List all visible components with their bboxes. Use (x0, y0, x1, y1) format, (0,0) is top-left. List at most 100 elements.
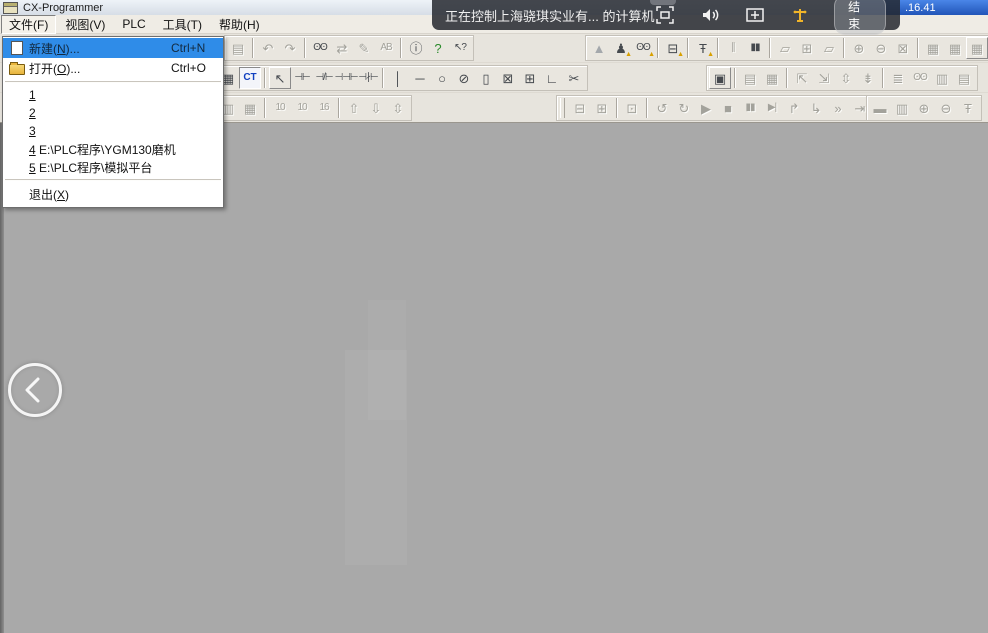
menu-item-new[interactable]: 新建(N)... Ctrl+N (3, 38, 223, 58)
step-over-icon[interactable]: ↳ (805, 97, 827, 119)
monitor-signed-icon[interactable]: 10 (291, 97, 313, 119)
work-online-simulator-icon[interactable]: ♟▲ (610, 37, 632, 59)
find-address-icon[interactable]: AB (375, 37, 397, 59)
remote-status-text: 正在控制上海骁琪实业有... 的计算机 (432, 6, 654, 25)
ladder-view-icon[interactable]: CT (239, 67, 261, 89)
menu-item-recent-5[interactable]: 5 E:\PLC程序\模拟平台 (3, 158, 223, 176)
menu-help[interactable]: 帮助(H) (211, 15, 268, 34)
online-edit-icon[interactable]: ⊟▲ (662, 37, 684, 59)
force-cancel-icon[interactable]: ⇳ (387, 97, 409, 119)
plc-memory-icon[interactable]: ▬ (869, 97, 891, 119)
delete-line-icon[interactable]: ✂ (563, 67, 585, 89)
banner-collapse-handle[interactable] (650, 0, 676, 5)
menu-item-open[interactable]: 打开(O)... Ctrl+O (3, 58, 223, 78)
find-icon[interactable]: ʘʘ (309, 37, 331, 59)
instruction-diff-icon[interactable]: ⊞ (519, 67, 541, 89)
instruction-icon[interactable]: ▯ (475, 67, 497, 89)
menu-item-recent-3[interactable]: 3 (3, 122, 223, 140)
control-permission-icon[interactable] (789, 4, 811, 26)
force-on-icon[interactable]: ⇧ (343, 97, 365, 119)
select-tool-icon[interactable]: ↖ (269, 67, 291, 89)
symbol-list-icon[interactable]: ≣ (887, 67, 909, 89)
menu-file[interactable]: 文件(F) (1, 15, 56, 34)
contact-no-icon[interactable]: ⊣⊢ (291, 67, 313, 89)
undo-icon[interactable]: ↶ (257, 37, 279, 59)
run-icon[interactable]: ▶ (695, 97, 717, 119)
monitor-hex-icon[interactable]: 16 (313, 97, 335, 119)
about-icon[interactable]: ⓘ (405, 37, 427, 59)
transfer-program-icon[interactable]: ▣ (709, 67, 731, 89)
compile-program-icon[interactable]: ▱ (774, 37, 796, 59)
redo-icon[interactable]: ↷ (279, 37, 301, 59)
mode-monitor-icon[interactable]: ↻ (673, 97, 695, 119)
pause-debug-icon[interactable]: ▮▮ (739, 97, 761, 119)
find-replace-icon[interactable]: ⇄ (331, 37, 353, 59)
step-run-icon[interactable]: ▶| (761, 97, 783, 119)
section-move-icon[interactable]: ⇟ (857, 67, 879, 89)
horizontal-line-icon[interactable]: ─ (409, 67, 431, 89)
stop-icon[interactable]: ■ (717, 97, 739, 119)
instruction-nc-icon[interactable]: ⊠ (497, 67, 519, 89)
program-check-icon[interactable]: ⊞ (796, 37, 818, 59)
monitor-data-icon[interactable]: ⊕ (848, 37, 870, 59)
contact-or-no-icon[interactable]: ⊣⊣⊢ (335, 67, 357, 89)
menu-plc[interactable]: PLC (114, 16, 153, 32)
menu-tools[interactable]: 工具(T) (155, 15, 210, 34)
section-check-icon[interactable]: ⇳ (835, 67, 857, 89)
help-icon[interactable]: ? (427, 37, 449, 59)
toolbar-separator (264, 68, 266, 88)
monitor-cursor-icon[interactable]: ⊠ (892, 37, 914, 59)
monitor-decimal-icon[interactable]: 10 (269, 97, 291, 119)
step-in-icon[interactable]: ↱ (783, 97, 805, 119)
plc-network-icon[interactable]: Ŧ (957, 97, 979, 119)
grid-view-icon[interactable]: ▦ (239, 97, 261, 119)
vertical-line-icon[interactable]: │ (387, 67, 409, 89)
section-delete-icon[interactable]: ⇲ (813, 67, 835, 89)
cross-reference-icon[interactable]: ▤ (953, 67, 975, 89)
monitor-time-icon[interactable]: ⊖ (870, 37, 892, 59)
transfer-to-plc-icon[interactable]: ⊟ (569, 97, 591, 119)
transfer-from-plc-icon[interactable]: ⊞ (591, 97, 613, 119)
address-book-icon[interactable]: ▥ (931, 67, 953, 89)
force-off-icon[interactable]: ⇩ (365, 97, 387, 119)
simulator-run-icon[interactable]: Ŧ▲ (692, 37, 714, 59)
io-table-icon[interactable]: ▦ (922, 37, 944, 59)
app-icon (3, 2, 18, 14)
menu-item-recent-1[interactable]: 1 (3, 86, 223, 104)
section-calendar-icon[interactable]: ▦ (761, 67, 783, 89)
change-address-icon[interactable]: ✎ (353, 37, 375, 59)
contact-nc-icon[interactable]: ⊣/⊢ (313, 67, 335, 89)
print-icon[interactable]: ▤ (227, 37, 249, 59)
menu-view[interactable]: 视图(V) (57, 15, 113, 34)
mode-program-icon[interactable]: ↺ (651, 97, 673, 119)
back-button[interactable] (8, 363, 62, 417)
menu-item-exit[interactable]: 退出(X) (3, 184, 223, 204)
line-angle-icon[interactable]: ∟ (541, 67, 563, 89)
coil-nc-icon[interactable]: ⊘ (453, 67, 475, 89)
compare-with-plc-icon[interactable]: ⊡ (621, 97, 643, 119)
speaker-icon[interactable] (699, 4, 721, 26)
section-stack-icon[interactable]: ▤ (739, 67, 761, 89)
continuous-step-icon[interactable]: » (827, 97, 849, 119)
end-session-button[interactable]: 结束 (834, 0, 886, 35)
coil-icon[interactable]: ○ (431, 67, 453, 89)
pause-icon[interactable]: ▮▮ (744, 37, 766, 59)
monitor-online-icon[interactable]: ʘʘ▲ (632, 37, 654, 59)
rack-view-icon[interactable]: ▦ (944, 37, 966, 59)
menu-item-recent-4[interactable]: 4 E:\PLC程序\YGM130磨机 (3, 140, 223, 158)
screen-settings-icon[interactable] (744, 4, 766, 26)
toolbar-drag-handle[interactable] (560, 98, 565, 118)
plc-clock-icon[interactable]: ⊖ (935, 97, 957, 119)
watch-window-icon[interactable]: ʘʘ (909, 67, 931, 89)
pause-monitor-icon[interactable]: ∥ (722, 37, 744, 59)
work-online-icon[interactable]: ▲ (588, 37, 610, 59)
rack-selected-icon[interactable]: ▦ (966, 37, 988, 59)
fullscreen-icon[interactable] (654, 4, 676, 26)
plc-io-icon[interactable]: ▥ (891, 97, 913, 119)
menu-item-recent-2[interactable]: 2 (3, 104, 223, 122)
program-edit-icon[interactable]: ▱ (818, 37, 840, 59)
section-insert-icon[interactable]: ⇱ (791, 67, 813, 89)
plc-settings-icon[interactable]: ⊕ (913, 97, 935, 119)
contact-or-nc-icon[interactable]: ⊣∤⊢ (357, 67, 379, 89)
context-help-icon[interactable]: ↖? (449, 37, 471, 59)
